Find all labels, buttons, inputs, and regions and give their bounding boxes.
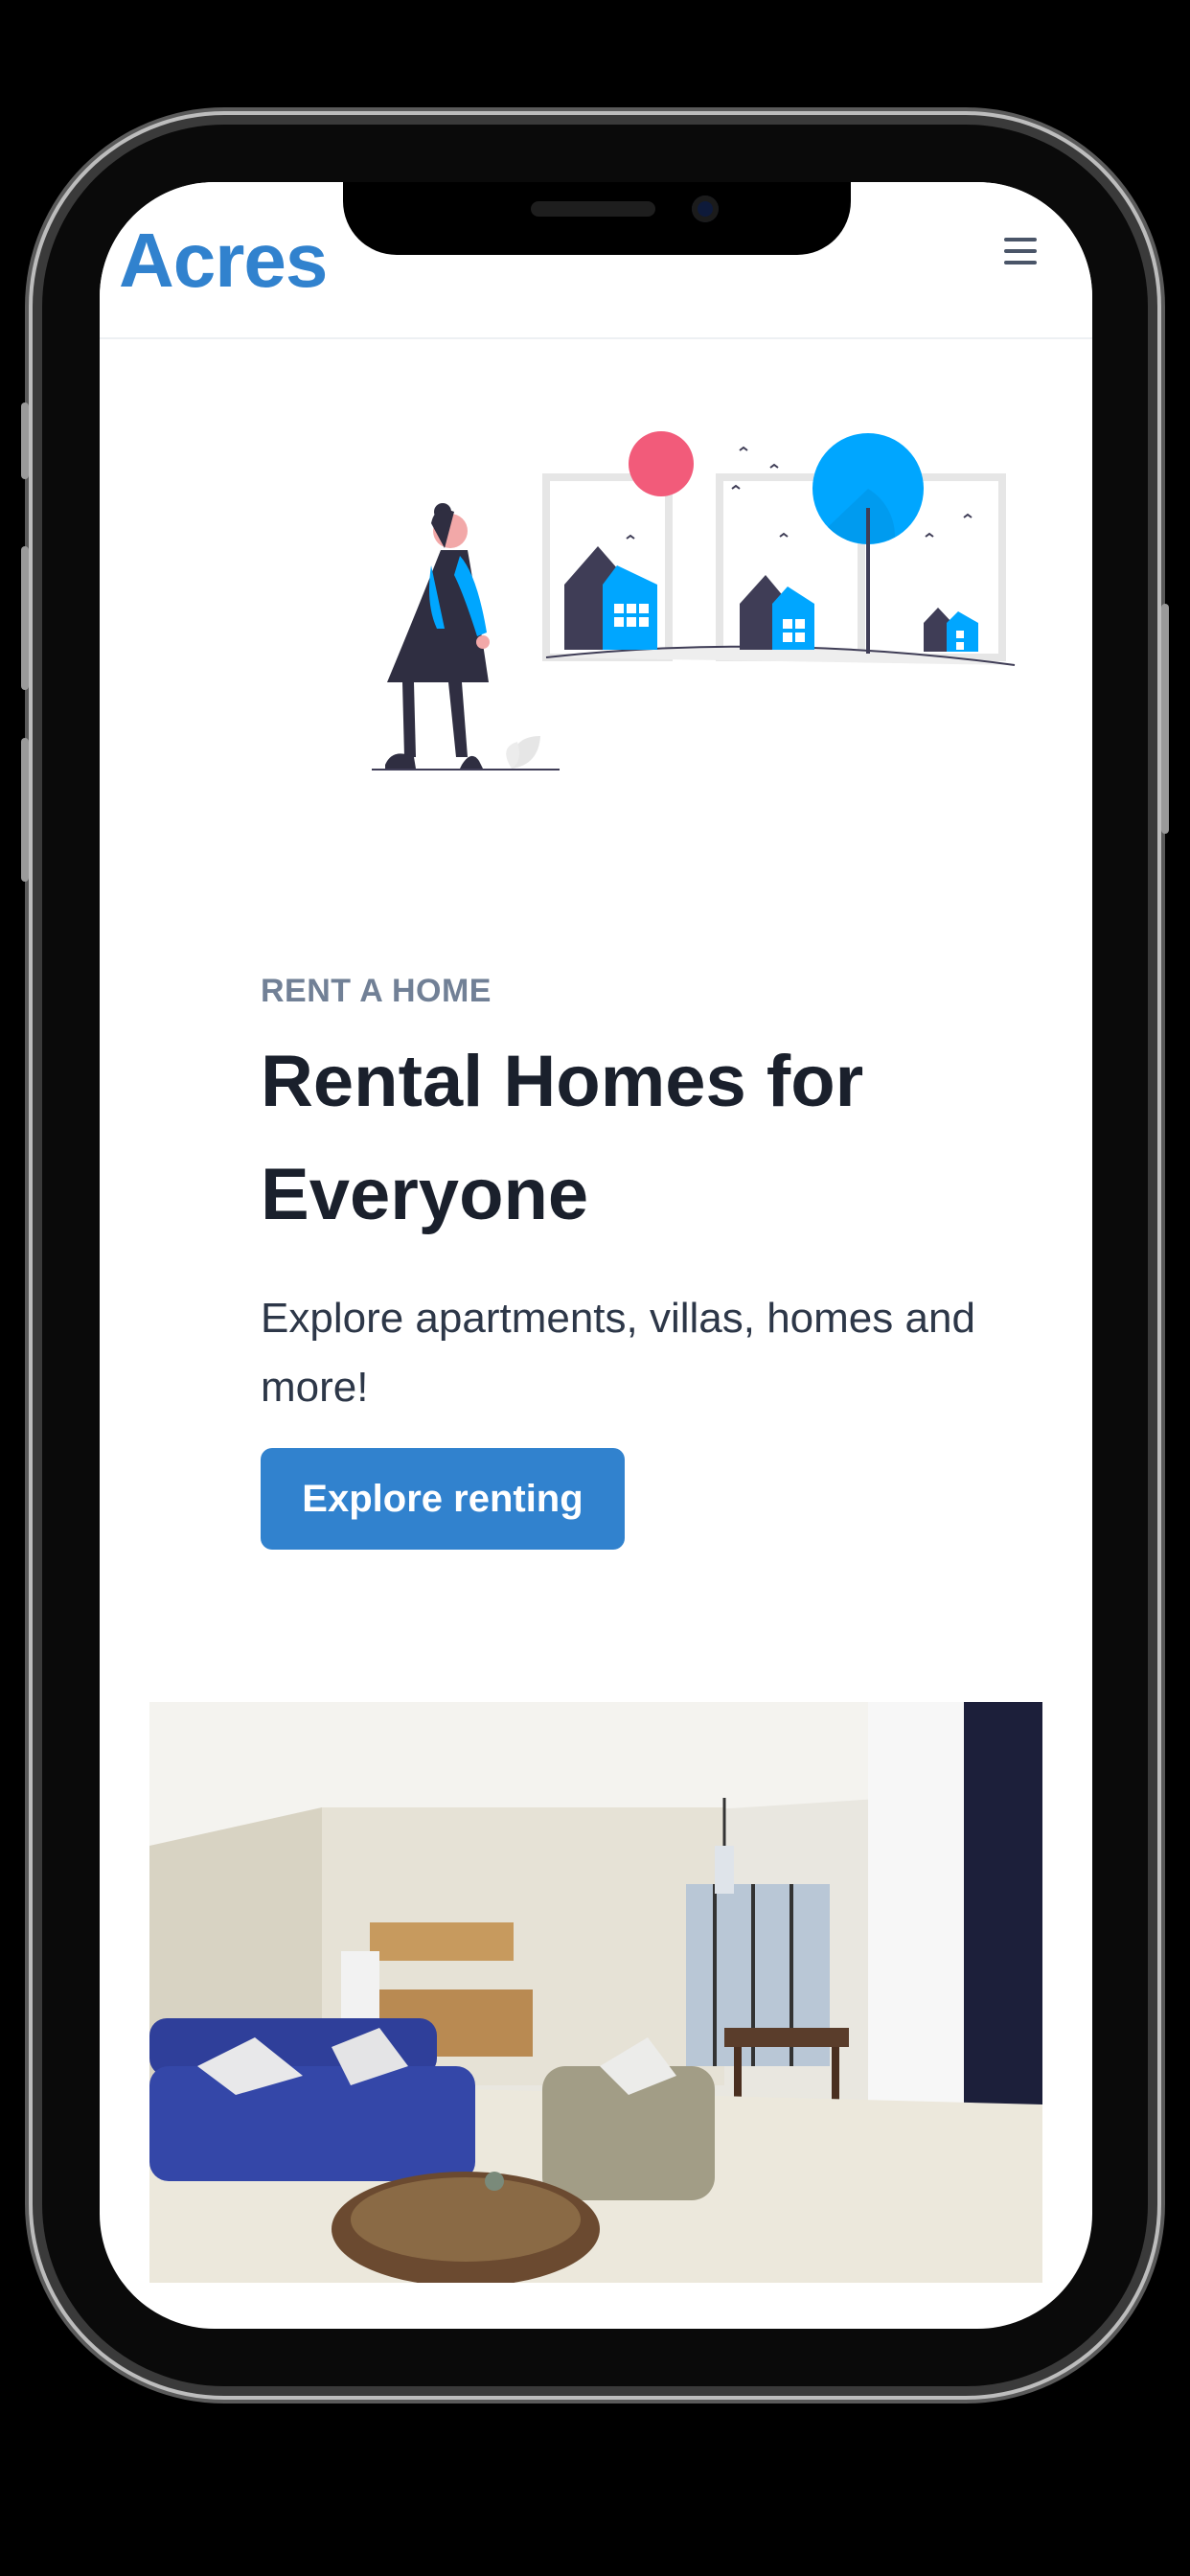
speaker-grille xyxy=(531,201,655,217)
explore-renting-button[interactable]: Explore renting xyxy=(261,1448,625,1550)
hero-headline: Rental Homes for Everyone xyxy=(261,1041,864,1235)
volume-down-button xyxy=(21,738,29,882)
hero-eyebrow: RENT A HOME xyxy=(261,973,492,1009)
device-notch xyxy=(343,182,851,255)
power-button xyxy=(1161,604,1169,834)
app-screen: Acres RENT A HOME Rental Homes for Every… xyxy=(100,182,1092,2329)
apartment-photo xyxy=(149,1702,1042,2283)
hero-subtext: Explore apartments, villas, homes and mo… xyxy=(261,1295,975,1411)
brand-logo[interactable]: Acres xyxy=(119,217,328,305)
hamburger-menu-icon[interactable] xyxy=(1004,238,1037,266)
volume-up-button xyxy=(21,546,29,690)
hero-illustration xyxy=(372,431,1016,770)
front-camera xyxy=(692,196,719,222)
mute-switch xyxy=(21,402,29,479)
